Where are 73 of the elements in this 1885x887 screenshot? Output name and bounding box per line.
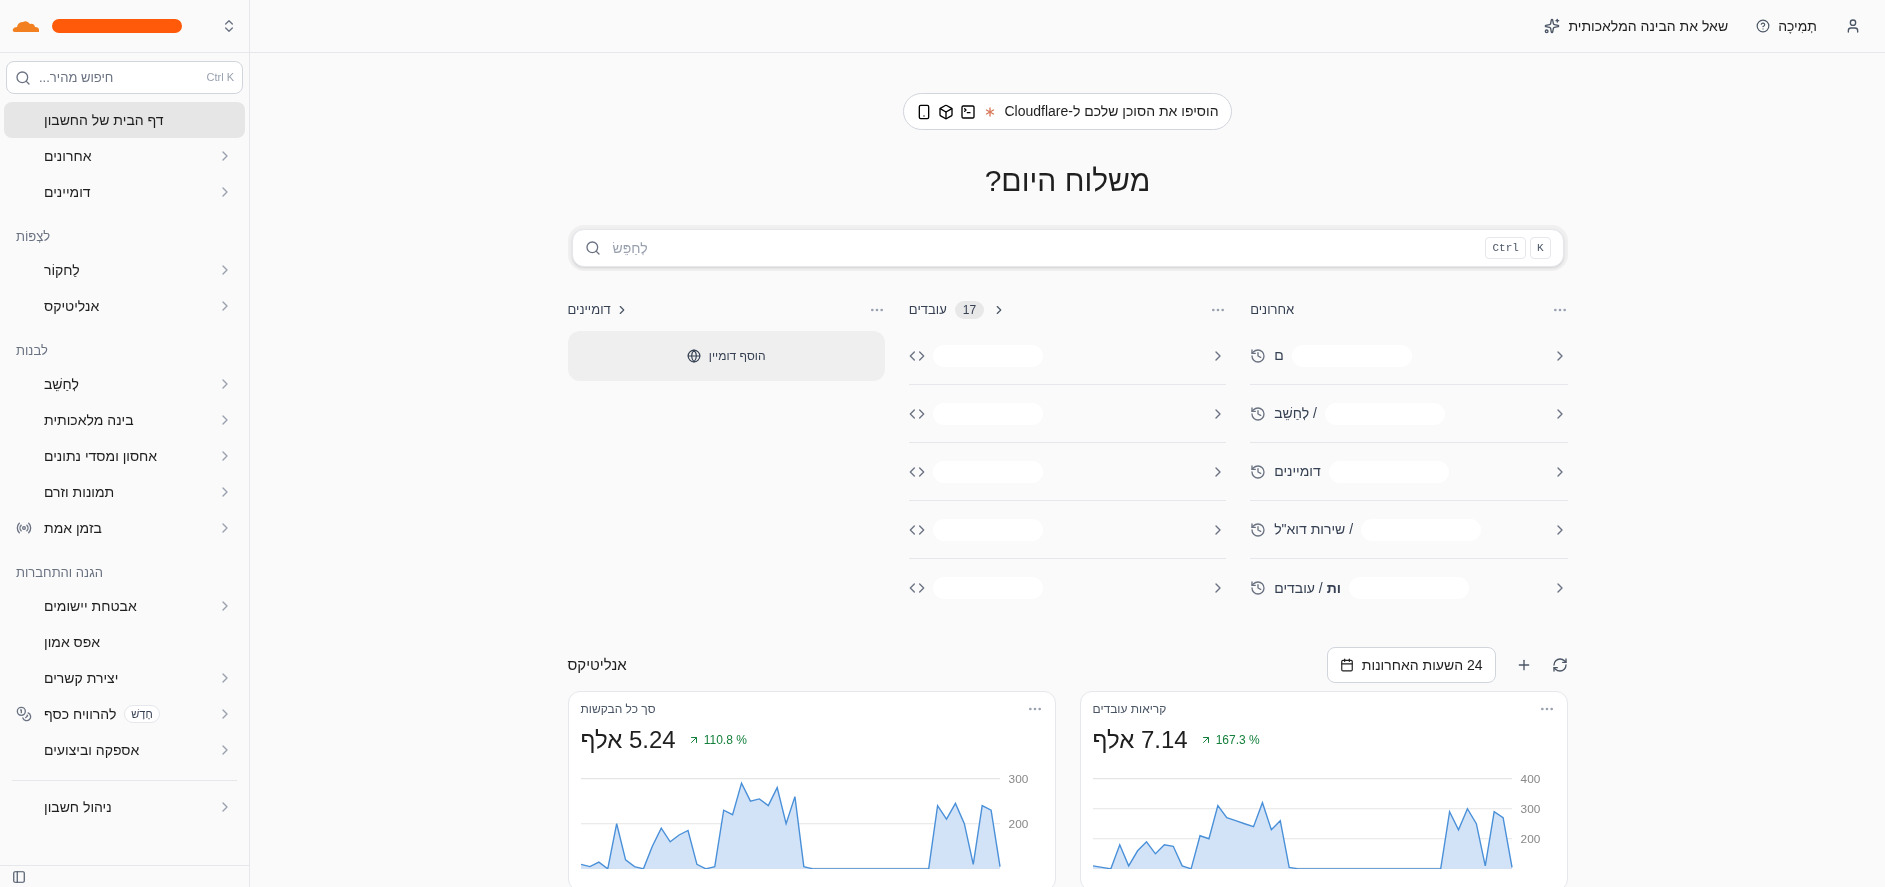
search-placeholder: לְחַפֵּשׂ (612, 238, 648, 258)
user-icon[interactable] (1845, 18, 1861, 34)
section-title: אנליטיקס (567, 654, 627, 675)
search-icon (584, 240, 601, 256)
column-title[interactable]: דומיינים (567, 300, 611, 320)
sidebar-item-label: להרוויח כסף (44, 704, 117, 724)
sidebar-item-label: בזמן אמת (44, 518, 102, 538)
metric-value: 5.24 אלף (580, 725, 676, 755)
sidebar-item-label: אחרונים (44, 146, 92, 166)
sidebar-item-label: דף הבית של החשבון (44, 110, 164, 130)
recent-item-label: ם (1274, 346, 1284, 365)
recent-item-label: / שירות דוא"ל (1274, 520, 1354, 539)
history-icon (1250, 347, 1267, 364)
new-badge: חָדָשׁ (124, 704, 160, 724)
cube-icon (938, 103, 955, 120)
sidebar-item-label: לְחַשֵׁב (44, 374, 79, 394)
history-icon (1250, 521, 1267, 538)
sidebar-item-label: תמונות וזרם (44, 482, 115, 502)
axis-tick-label: 400 (1520, 771, 1540, 786)
ask-ai-button[interactable]: שאל את הבינה המלאכותית (1544, 15, 1729, 37)
column-title[interactable]: עובדים (908, 300, 947, 320)
sparkle-icon (1544, 18, 1561, 34)
cloud-logo (12, 19, 40, 33)
metric-value: 7.14 אלף (1092, 725, 1188, 755)
history-icon (1250, 580, 1267, 596)
support-button[interactable]: תְמִיכָה (1756, 15, 1817, 37)
sidebar-item-label: אנליטיקס (44, 296, 100, 316)
count-badge: 17 (954, 301, 985, 319)
calendar-icon (1339, 658, 1354, 672)
history-icon (1250, 405, 1267, 422)
agent-banner[interactable]: הוסיפו את הסוכן שלכם ל-Cloudflare (903, 93, 1232, 130)
sidebar-section-title: הגנה והתחברות (15, 564, 104, 583)
sidebar-item-label: יצירת קשרים (44, 668, 119, 688)
column-title[interactable]: אחרונים (1250, 300, 1295, 320)
sidebar-item-label: אספקה וביצועים (44, 740, 140, 760)
search-placeholder: חיפוש מהיר... (39, 68, 114, 87)
help-icon (1756, 19, 1771, 33)
sidebar-item-label: אפס אמון (44, 632, 101, 652)
add-domain-button[interactable]: הוסף דומיין (567, 331, 885, 381)
refresh-icon[interactable] (1551, 657, 1568, 673)
sidebar-item-label: בינה מלאכותית (44, 410, 134, 430)
sidebar-item[interactable]: דף הבית של החשבון (4, 102, 245, 138)
sidebar-section-title: לבנות (15, 342, 49, 361)
axis-tick-label: 200 (1520, 832, 1540, 847)
coins-icon (16, 706, 32, 722)
search-icon (15, 69, 31, 86)
metric-change: 167.3 % (1215, 732, 1260, 749)
metric-title: סך כל הבקשות (580, 701, 656, 718)
sidebar-item-label: אבטחת יישומים (44, 596, 137, 616)
axis-tick-label: 300 (1520, 802, 1540, 816)
sidebar-item-label: דומיינים (44, 182, 91, 202)
recent-item-label: ות / עובדים (1274, 578, 1341, 598)
sidebar-section-title: לצְפּוֹת (15, 228, 52, 247)
recent-item-label: / לְחַשֵׁב (1274, 404, 1317, 423)
collapse-sidebar-icon[interactable] (12, 869, 26, 884)
keyboard-key: Ctrl (1485, 236, 1526, 260)
page-heading: משלוח היום? (984, 163, 1151, 199)
metric-change: 110.8 % (703, 732, 747, 749)
sidebar-item-label: לַחקוֹר (44, 260, 80, 280)
history-icon (1250, 463, 1267, 480)
terminal-icon (960, 103, 977, 120)
axis-tick-label: 200 (1008, 817, 1028, 831)
globe-icon (686, 349, 701, 363)
keyboard-key: K (1529, 236, 1551, 260)
sidebar-item-label: אחסון ומסדי נתונים (44, 446, 158, 466)
metric-title: קריאות עובדים (1092, 701, 1167, 718)
time-range-button[interactable]: 24 השעות האחרונות (1326, 647, 1496, 683)
sidebar-item-label: ניהול חשבון (44, 797, 112, 817)
shortcut-hint: Ctrl K (206, 70, 234, 86)
broadcast-icon (16, 520, 32, 536)
axis-tick-label: 300 (1008, 771, 1028, 786)
code-icon (908, 580, 925, 596)
recent-item-label: דומיינים (1274, 462, 1321, 481)
